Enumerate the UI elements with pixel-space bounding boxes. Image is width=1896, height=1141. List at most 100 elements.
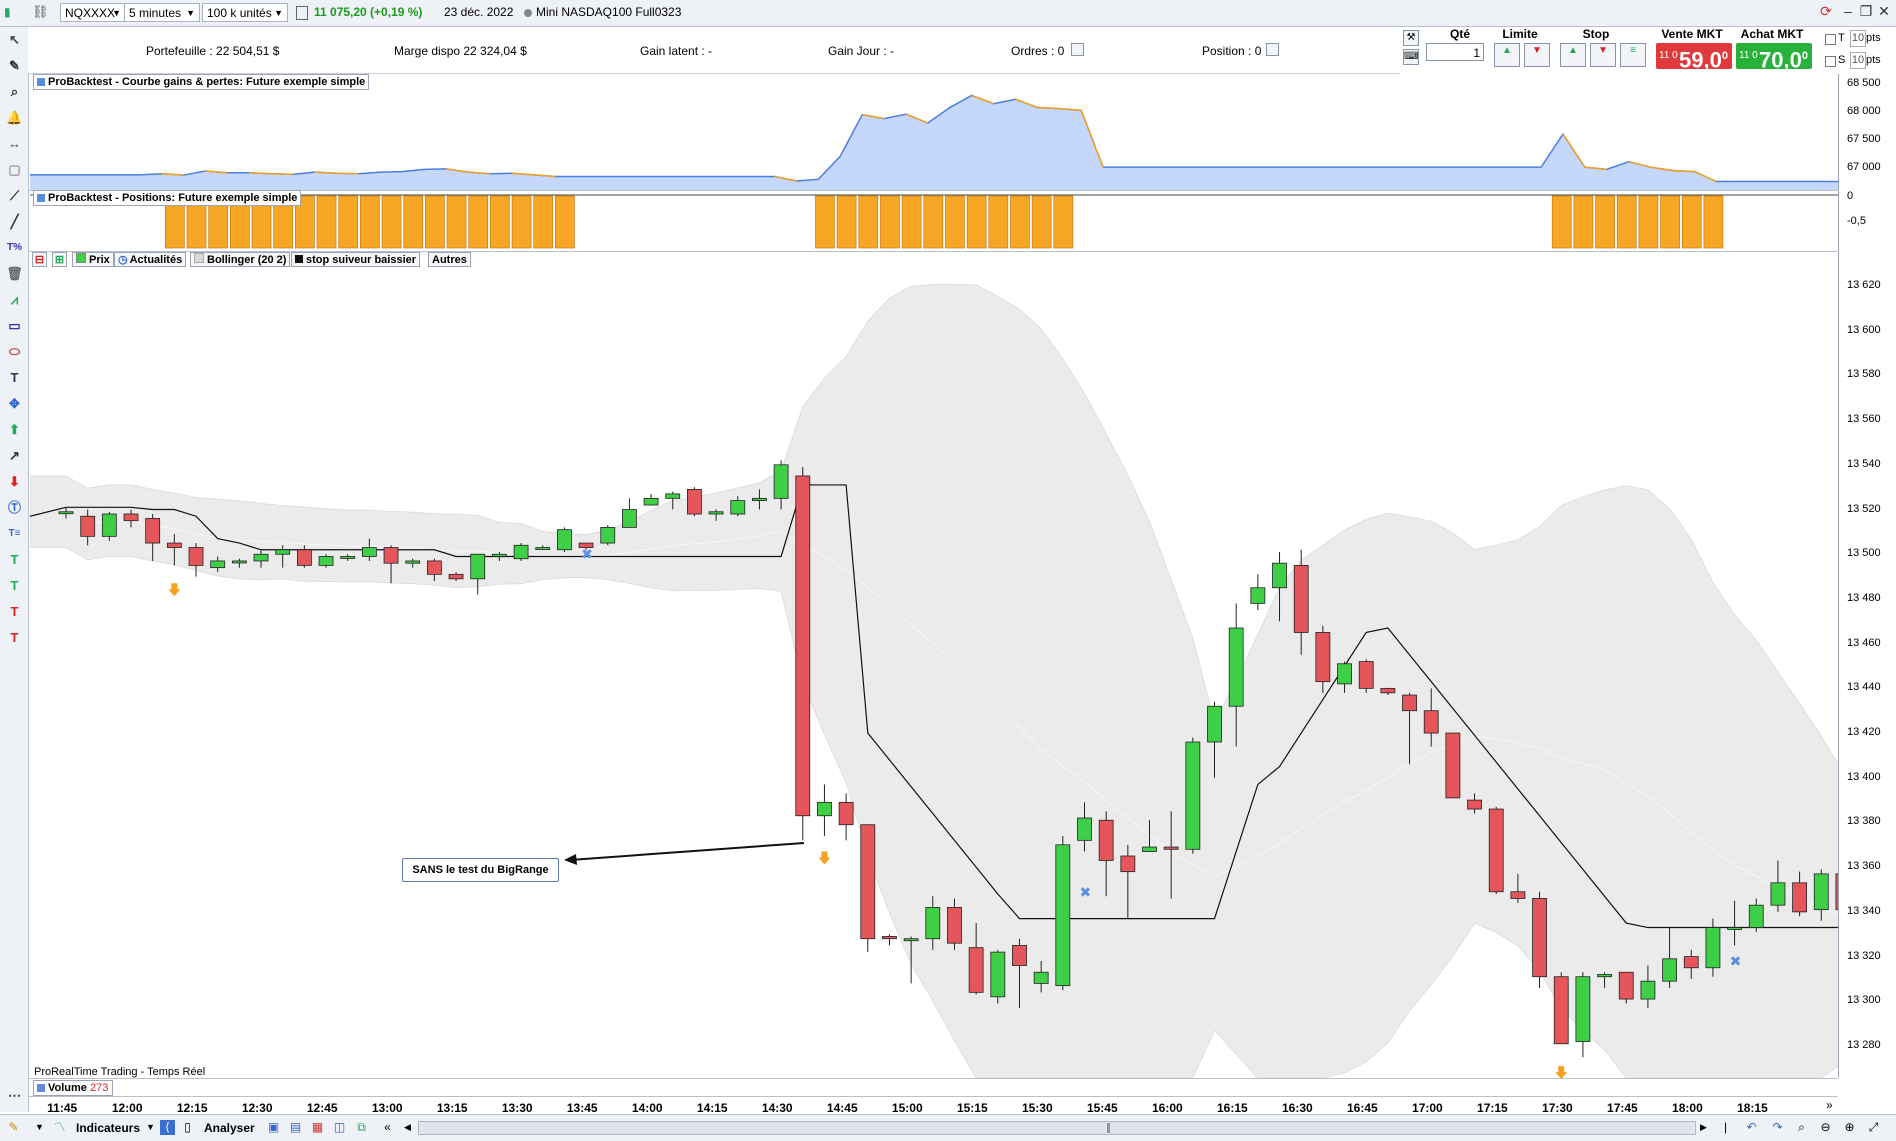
stop-options-button[interactable]: ≡ bbox=[1620, 43, 1646, 67]
sell-signal-arrow-icon bbox=[168, 583, 181, 597]
indicators-icon[interactable]: 〽 bbox=[52, 1120, 67, 1135]
chevron-down-icon[interactable]: ▼ bbox=[143, 1120, 158, 1135]
candle-body bbox=[1445, 732, 1461, 799]
scroll-right-icon[interactable]: ▶ bbox=[1696, 1120, 1711, 1135]
rectangle-icon[interactable]: ▭ bbox=[6, 317, 23, 334]
pencil-icon[interactable]: ✎ bbox=[6, 57, 23, 74]
alert-bell-icon[interactable]: 🔔 bbox=[6, 109, 23, 126]
stop-sell-button[interactable]: ▼ bbox=[1590, 43, 1616, 67]
redo-icon[interactable]: ↷ bbox=[1770, 1120, 1785, 1135]
more-icon[interactable]: ⋯ bbox=[6, 1087, 23, 1104]
cursor-icon[interactable]: ↖ bbox=[6, 31, 23, 48]
units-value: 100 k unités bbox=[207, 6, 272, 20]
scrollbar-thumb-grip[interactable] bbox=[1107, 1123, 1110, 1133]
wrench-icon[interactable]: ⚒ bbox=[1403, 30, 1419, 46]
label-icon[interactable]: Ⓣ bbox=[6, 499, 23, 516]
arrow-down-icon[interactable]: ⬇ bbox=[6, 473, 23, 490]
stop-buy-button[interactable]: ▲ bbox=[1560, 43, 1586, 67]
legend-prix[interactable]: Prix bbox=[72, 252, 114, 267]
annotation-box[interactable]: SANS le test du BigRange bbox=[402, 858, 559, 882]
indicators-button[interactable]: Indicateurs bbox=[76, 1118, 140, 1138]
timeframe-value: 5 minutes bbox=[129, 6, 182, 20]
units-select[interactable]: 100 k unités ▼ bbox=[202, 3, 288, 22]
short-position-bar bbox=[1031, 195, 1052, 249]
buy-market-button[interactable]: 11 0 70,00 bbox=[1736, 43, 1812, 72]
ruler-icon[interactable]: ↔ bbox=[6, 135, 23, 152]
ticker-select[interactable]: NQXXXX ▼ bbox=[60, 3, 126, 22]
t-points-input[interactable]: 10 bbox=[1850, 30, 1866, 47]
qty-label: Qté bbox=[1449, 27, 1470, 41]
zoom-in-icon[interactable]: ⊕ bbox=[1842, 1120, 1857, 1135]
candle bbox=[990, 949, 1006, 1004]
zoom-fit-icon[interactable]: ⌕ bbox=[1794, 1120, 1809, 1135]
table-icon[interactable]: ▦ bbox=[310, 1120, 325, 1135]
sell-market-button[interactable]: 11 0 59,00 bbox=[1656, 43, 1732, 72]
limit-buy-button[interactable]: ▲ bbox=[1494, 43, 1520, 67]
legend-stop[interactable]: stop suiveur baissier bbox=[291, 252, 421, 267]
equity-curve-chart bbox=[30, 94, 1838, 190]
candle-body bbox=[1727, 927, 1742, 930]
close-button[interactable]: ✕ bbox=[1876, 4, 1892, 20]
limit-sell-button[interactable]: ▼ bbox=[1524, 43, 1550, 67]
undo-icon[interactable]: ↶ bbox=[1744, 1120, 1759, 1135]
trend-icon[interactable]: ⩘ bbox=[6, 291, 23, 308]
expand-icon[interactable]: ⊞ bbox=[52, 252, 67, 267]
timeframe-select[interactable]: 5 minutes ▼ bbox=[124, 3, 200, 22]
orders-list-icon[interactable] bbox=[1071, 43, 1084, 56]
zoom-out-icon[interactable]: ⊖ bbox=[1818, 1120, 1833, 1135]
page-icon[interactable]: ▢ bbox=[6, 161, 23, 178]
candle-body bbox=[275, 549, 291, 555]
minimize-button[interactable]: – bbox=[1840, 4, 1856, 20]
collapse-icon[interactable]: « bbox=[380, 1120, 395, 1135]
link-icon[interactable]: ⛓ bbox=[32, 4, 49, 20]
text-box-icon[interactable]: T bbox=[6, 369, 23, 386]
scroll-left-icon[interactable]: ◀ bbox=[400, 1120, 415, 1135]
candle-body bbox=[1467, 799, 1482, 810]
chevron-down-icon[interactable]: ▼ bbox=[32, 1120, 47, 1135]
comment-icon[interactable]: ▣ bbox=[266, 1120, 281, 1135]
nav-icon[interactable]: | bbox=[1718, 1120, 1733, 1135]
draw-icon[interactable]: ✎ bbox=[6, 1120, 21, 1135]
trash-icon[interactable]: 🗑 bbox=[6, 265, 23, 282]
horizontal-scrollbar[interactable] bbox=[418, 1121, 1696, 1135]
window-icon[interactable]: ◫ bbox=[332, 1120, 347, 1135]
export-icon[interactable]: ⧉ bbox=[354, 1120, 369, 1135]
text-green2-icon[interactable]: T bbox=[6, 577, 23, 594]
fullscreen-icon[interactable]: ⤢ bbox=[1866, 1120, 1881, 1135]
fib-icon[interactable]: T≡ bbox=[6, 525, 23, 542]
text-green-icon[interactable]: T bbox=[6, 551, 23, 568]
short-position-bar bbox=[446, 195, 467, 249]
calendar-icon[interactable] bbox=[296, 6, 308, 20]
scroll-right-icon[interactable]: » bbox=[1826, 1098, 1833, 1112]
short-position-bar bbox=[381, 195, 402, 249]
percent-icon[interactable]: T% bbox=[6, 239, 23, 256]
text-red2-icon[interactable]: T bbox=[6, 629, 23, 646]
restore-button[interactable]: ❐ bbox=[1858, 4, 1874, 20]
legend-actualites[interactable]: ◷ Actualités bbox=[114, 252, 187, 267]
layout-icon[interactable]: ▤ bbox=[288, 1120, 303, 1135]
position-list-icon[interactable] bbox=[1266, 43, 1279, 56]
arrow-diag-icon[interactable]: ↗ bbox=[6, 447, 23, 464]
price-tick: 13 500 bbox=[1847, 547, 1881, 560]
zoom-icon[interactable]: ⌕ bbox=[6, 83, 23, 100]
qty-input[interactable]: 1 bbox=[1426, 43, 1484, 61]
line-icon[interactable]: ╱ bbox=[6, 213, 23, 230]
arrow-up-icon[interactable]: ⬆ bbox=[6, 421, 23, 438]
refresh-icon[interactable]: ⟳ bbox=[1818, 4, 1834, 20]
positions-title-text: ProBacktest - Positions: Future exemple … bbox=[48, 192, 298, 204]
legend-bollinger[interactable]: Bollinger (20 2) bbox=[190, 252, 291, 267]
t-checkbox[interactable] bbox=[1825, 34, 1836, 45]
close-chart-icon[interactable]: ⊟ bbox=[32, 252, 47, 267]
legend-autres[interactable]: Autres bbox=[428, 252, 471, 267]
analyse-button[interactable]: Analyser bbox=[204, 1118, 255, 1138]
text-red-icon[interactable]: T bbox=[6, 603, 23, 620]
share-icon[interactable]: ⟨ bbox=[160, 1120, 175, 1135]
short-position-bar bbox=[858, 195, 879, 249]
ellipse-icon[interactable]: ⬭ bbox=[6, 343, 23, 360]
segment-icon[interactable]: ⟋ bbox=[6, 187, 23, 204]
keyboard-icon[interactable]: ⌨ bbox=[1403, 49, 1419, 65]
s-points-input[interactable]: 10 bbox=[1850, 52, 1866, 69]
analyse-icon[interactable]: ▯ bbox=[180, 1120, 195, 1135]
s-checkbox[interactable] bbox=[1825, 56, 1836, 67]
move-icon[interactable]: ✥ bbox=[6, 395, 23, 412]
